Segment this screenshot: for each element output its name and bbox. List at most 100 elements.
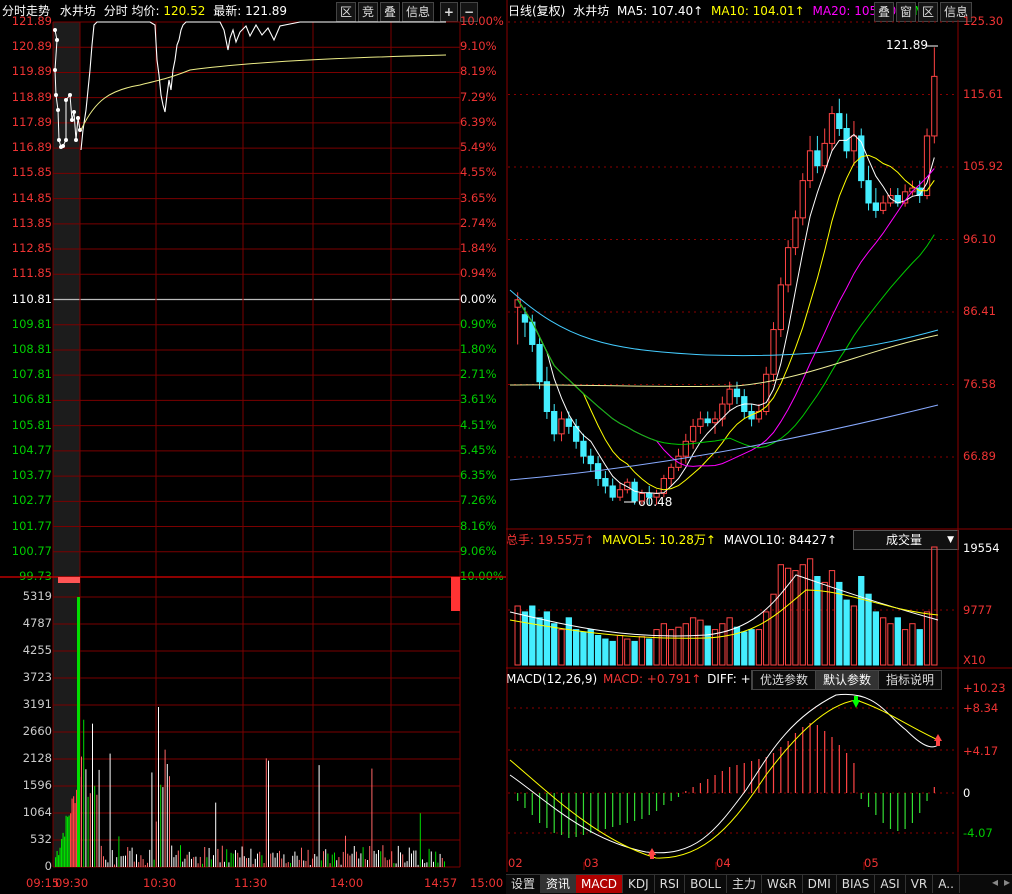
volume-bar	[177, 850, 179, 867]
volume-bar	[122, 855, 124, 867]
volume-bar	[241, 846, 243, 867]
volume-bar	[602, 638, 609, 666]
candle	[602, 478, 609, 487]
volume-bar	[109, 753, 111, 867]
volume-bar	[182, 861, 184, 867]
volume-bar	[230, 852, 232, 867]
volume-bar	[594, 635, 602, 666]
volume-bar	[580, 631, 587, 666]
volume-bar	[865, 593, 872, 666]
volume-bar	[71, 798, 73, 867]
volume-bar	[61, 838, 63, 867]
volume-bar	[923, 611, 931, 666]
volume-bar	[307, 849, 309, 867]
volume-bar	[616, 635, 624, 666]
tab-wr[interactable]: W&R	[762, 875, 803, 893]
candle	[521, 314, 529, 323]
tab-settings[interactable]: 设置	[506, 875, 542, 893]
volume-bar	[689, 617, 697, 666]
volume-bar	[239, 857, 241, 867]
volume-bar	[342, 851, 344, 867]
volume-bar	[65, 815, 67, 867]
volume-bar	[270, 853, 272, 867]
tab-kdj[interactable]: KDJ	[623, 875, 655, 893]
tab-macd[interactable]: MACD	[576, 875, 624, 893]
volume-bar	[331, 854, 333, 867]
candle	[865, 180, 872, 204]
volume-bar	[345, 835, 346, 867]
volume-bar	[909, 623, 916, 666]
candle	[806, 150, 814, 182]
tab-boll[interactable]: BOLL	[685, 875, 728, 893]
ma5-line	[517, 133, 935, 494]
volume-bar	[160, 784, 162, 867]
volume-bar	[77, 597, 80, 867]
tab-news[interactable]: 资讯	[541, 875, 577, 893]
volume-bar	[514, 605, 521, 666]
volume-bar	[675, 626, 682, 666]
volume-bar	[360, 853, 362, 867]
volume-bar	[268, 760, 269, 867]
volume-bar	[362, 847, 364, 867]
volume-bar	[279, 850, 280, 867]
volume-bar	[237, 852, 239, 867]
volume-bar	[235, 850, 236, 867]
volume-bar	[164, 749, 166, 867]
volume-bar	[748, 629, 755, 666]
ma30-line	[517, 234, 935, 449]
tab-bias[interactable]: BIAS	[837, 875, 876, 893]
candle	[843, 127, 850, 152]
volume-bar	[312, 858, 313, 867]
volume-bar	[70, 813, 72, 867]
tab-asi[interactable]: ASI	[875, 875, 906, 893]
kline-chart[interactable]	[506, 0, 1012, 872]
candle	[587, 455, 594, 465]
volume-bar	[638, 636, 646, 666]
volume-bar	[142, 859, 144, 867]
volume-bar	[400, 852, 401, 867]
candle	[770, 329, 777, 375]
volume-bar	[144, 864, 146, 867]
indicator-tabs: 设置 资讯 MACD KDJ RSI BOLL 主力 W&R DMI BIAS ASI VR A.. ◂…	[506, 874, 1012, 894]
volume-bar	[94, 785, 96, 867]
volume-bar	[367, 860, 368, 867]
volume-bar	[433, 861, 434, 867]
candle	[711, 418, 719, 424]
candle	[704, 418, 711, 424]
tab-rsi[interactable]: RSI	[655, 875, 686, 893]
volume-bar	[323, 851, 324, 867]
volume-bar	[87, 796, 89, 867]
volume-bar	[741, 631, 748, 666]
intraday-chart[interactable]	[0, 0, 506, 893]
volume-bar	[259, 851, 261, 867]
candle	[638, 492, 646, 502]
volume-bar	[224, 861, 225, 867]
volume-bar	[880, 617, 887, 666]
volume-bar	[422, 859, 423, 867]
candle	[697, 418, 704, 427]
volume-bar	[521, 611, 529, 666]
volume-bar	[248, 857, 250, 867]
volume-bar	[887, 623, 894, 666]
tab-more[interactable]: A..	[933, 875, 960, 893]
candle	[653, 492, 660, 498]
volume-bar	[384, 857, 386, 867]
tab-main-force[interactable]: 主力	[727, 875, 763, 893]
volume-bar	[439, 853, 441, 867]
volume-bar	[755, 629, 763, 666]
volume-bar	[125, 855, 126, 867]
volume-bar	[153, 859, 155, 867]
volume-bar	[726, 617, 733, 666]
volume-bar	[173, 857, 175, 867]
volume-bar	[166, 764, 168, 867]
scroll-right-icon[interactable]: ▸	[1004, 875, 1010, 889]
tab-dmi[interactable]: DMI	[803, 875, 837, 893]
scroll-left-icon[interactable]: ◂	[992, 875, 998, 889]
tab-vr[interactable]: VR	[906, 875, 934, 893]
volume-bar	[140, 855, 142, 867]
volume-bar	[413, 850, 415, 867]
volume-bar	[215, 802, 217, 867]
volume-bar	[415, 850, 417, 867]
volume-bar	[55, 857, 57, 867]
volume-bar	[272, 852, 274, 867]
